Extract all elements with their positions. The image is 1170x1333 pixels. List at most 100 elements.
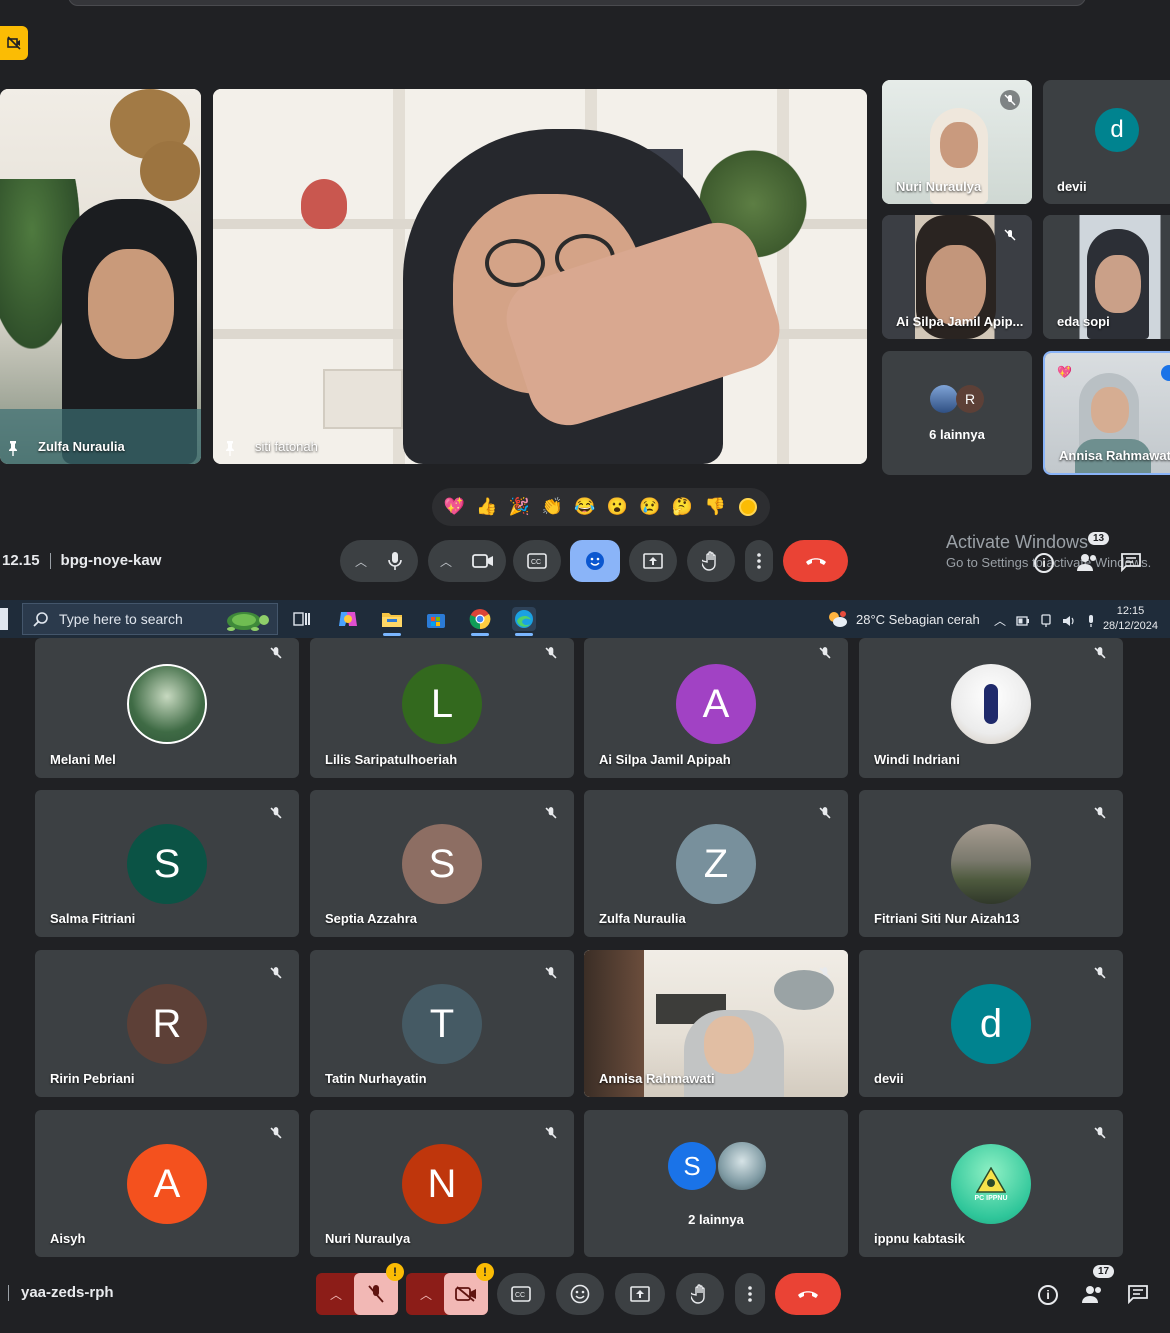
svg-text:CC: CC — [515, 1292, 525, 1299]
meeting-details-icon[interactable]: i — [1034, 553, 1054, 573]
captions-button[interactable]: CC — [513, 540, 561, 582]
volume-icon[interactable] — [1062, 615, 1076, 627]
people-icon[interactable] — [1081, 1284, 1105, 1304]
mic-toggle-button[interactable]: ︿ ! — [316, 1263, 404, 1315]
chevron-up-icon[interactable]: ︿ — [355, 553, 367, 570]
camera-toggle-button[interactable]: ︿ — [428, 540, 506, 582]
meeting-details-icon[interactable]: i — [1038, 1285, 1058, 1305]
active-indicator — [471, 633, 489, 636]
hangup-icon — [805, 558, 826, 565]
leave-call-button[interactable] — [775, 1273, 841, 1315]
reactions-button[interactable] — [570, 540, 620, 582]
tile-more-options-icon[interactable] — [1161, 365, 1170, 381]
chevron-up-icon[interactable]: ︿ — [994, 612, 1006, 629]
leave-call-button[interactable] — [783, 540, 848, 582]
more-options-button[interactable] — [745, 540, 773, 582]
taskbar-search-box[interactable]: Type here to search — [22, 603, 278, 635]
meeting-info: 12.15 bpg-noye-kaw — [2, 552, 161, 569]
side-tile-ai-silpa[interactable]: Ai Silpa Jamil Apip... — [882, 215, 1032, 339]
grid-tile-annisa-video[interactable]: Annisa Rahmawati — [584, 950, 848, 1097]
side-tile-annisa[interactable]: 💖 Annisa Rahmawati — [1043, 351, 1170, 475]
people-icon[interactable] — [1076, 552, 1100, 572]
chevron-up-icon[interactable]: ︿ — [440, 553, 452, 570]
reaction-thumbs-up[interactable]: 👍 — [475, 495, 499, 519]
battery-icon[interactable] — [1016, 615, 1030, 626]
avatar: d — [951, 984, 1031, 1064]
present-button[interactable] — [615, 1273, 665, 1315]
more-participants-label: 6 lainnya — [929, 427, 985, 442]
present-button[interactable] — [629, 540, 677, 582]
weather-text: 28°C Sebagian cerah — [856, 611, 980, 627]
svg-text:CC: CC — [531, 559, 541, 566]
skin-tone-selector[interactable] — [736, 495, 760, 519]
pin-icon[interactable] — [223, 440, 237, 456]
divider — [8, 1284, 9, 1301]
grid-tile-ippnu[interactable]: PC IPPNU ippnu kabtasik — [859, 1110, 1123, 1257]
weather-widget[interactable]: 28°C Sebagian cerah — [826, 610, 980, 628]
reaction-surprised[interactable]: 😮 — [605, 495, 629, 519]
emoji-icon — [586, 552, 604, 570]
reaction-clapping[interactable]: 👏 — [540, 495, 564, 519]
reaction-thinking[interactable]: 🤔 — [670, 495, 694, 519]
reaction-thumbs-down[interactable]: 👎 — [703, 495, 727, 519]
captions-button[interactable]: CC — [497, 1273, 545, 1315]
chrome-icon[interactable] — [468, 607, 492, 636]
present-screen-icon — [643, 553, 663, 569]
camera-off-warning-icon[interactable] — [0, 26, 28, 60]
raise-hand-button[interactable] — [676, 1273, 724, 1315]
raise-hand-button[interactable] — [687, 540, 735, 582]
grid-tile-aisyh[interactable]: A Aisyh — [35, 1110, 299, 1257]
reaction-sparkling-heart[interactable]: 💖 — [442, 495, 466, 519]
copilot-icon[interactable] — [336, 607, 360, 631]
side-tile-devii[interactable]: d devii — [1043, 80, 1170, 204]
chat-icon[interactable] — [1120, 552, 1142, 573]
more-options-button[interactable] — [735, 1273, 765, 1315]
more-vert-icon — [757, 553, 761, 569]
grid-tile-salma[interactable]: S Salma Fitriani — [35, 790, 299, 937]
grid-tile-septia[interactable]: S Septia Azzahra — [310, 790, 574, 937]
grid-tile-lilis[interactable]: L Lilis Saripatulhoeriah — [310, 638, 574, 778]
chevron-up-icon[interactable]: ︿ — [420, 1286, 432, 1303]
grid-tile-fitriani[interactable]: Fitriani Siti Nur Aizah13 — [859, 790, 1123, 937]
network-icon[interactable] — [1040, 613, 1052, 628]
side-tile-more[interactable]: R 6 lainnya — [882, 351, 1032, 475]
grid-tile-ai-silpa[interactable]: A Ai Silpa Jamil Apipah — [584, 638, 848, 778]
chat-icon[interactable] — [1127, 1284, 1149, 1305]
side-tile-eda-sopi[interactable]: eda sopi — [1043, 215, 1170, 339]
camera-toggle-button[interactable]: ︿ ! — [406, 1263, 494, 1315]
participant-name: Ai Silpa Jamil Apipah — [599, 752, 731, 767]
main-video-tile-1[interactable]: Zulfa Nuraulia — [0, 89, 201, 464]
mic-off-icon — [269, 806, 283, 820]
microphone-icon[interactable] — [1086, 614, 1096, 628]
grid-tile-more[interactable]: S 2 lainnya — [584, 1110, 848, 1257]
reaction-crying[interactable]: 😢 — [638, 495, 662, 519]
reactions-button[interactable] — [556, 1273, 604, 1315]
microsoft-store-icon[interactable] — [424, 607, 448, 631]
active-indicator — [383, 633, 401, 636]
grid-tile-windi[interactable]: Windi Indriani — [859, 638, 1123, 778]
edge-icon[interactable] — [512, 607, 536, 636]
pin-icon[interactable] — [6, 440, 20, 456]
triangle-emblem-icon — [976, 1166, 1006, 1193]
reaction-party-popper[interactable]: 🎉 — [507, 495, 531, 519]
active-indicator — [515, 633, 533, 636]
reaction-laughing[interactable]: 😂 — [573, 495, 597, 519]
mic-off-icon — [1093, 646, 1107, 660]
taskbar-clock[interactable]: 12:15 28/12/2024 — [1103, 604, 1158, 634]
grid-tile-zulfa[interactable]: Z Zulfa Nuraulia — [584, 790, 848, 937]
grid-tile-melani[interactable]: Melani Mel — [35, 638, 299, 778]
start-button[interactable] — [0, 608, 8, 630]
chevron-up-icon[interactable]: ︿ — [330, 1286, 342, 1303]
grid-tile-ririn[interactable]: R Ririn Pebriani — [35, 950, 299, 1097]
grid-tile-nuri[interactable]: N Nuri Nuraulya — [310, 1110, 574, 1257]
side-tile-nuri[interactable]: Nuri Nuraulya — [882, 80, 1032, 204]
file-explorer-icon[interactable] — [380, 607, 404, 636]
grid-tile-tatin[interactable]: T Tatin Nurhayatin — [310, 950, 574, 1097]
browser-address-bar[interactable] — [68, 0, 1086, 6]
mic-toggle-button[interactable]: ︿ — [340, 540, 418, 582]
main-video-tile-2[interactable]: siti fatonah — [213, 89, 867, 464]
grid-tile-devii[interactable]: d devii — [859, 950, 1123, 1097]
divider — [49, 552, 51, 569]
task-view-icon[interactable] — [290, 607, 314, 631]
avatar: A — [127, 1144, 207, 1224]
